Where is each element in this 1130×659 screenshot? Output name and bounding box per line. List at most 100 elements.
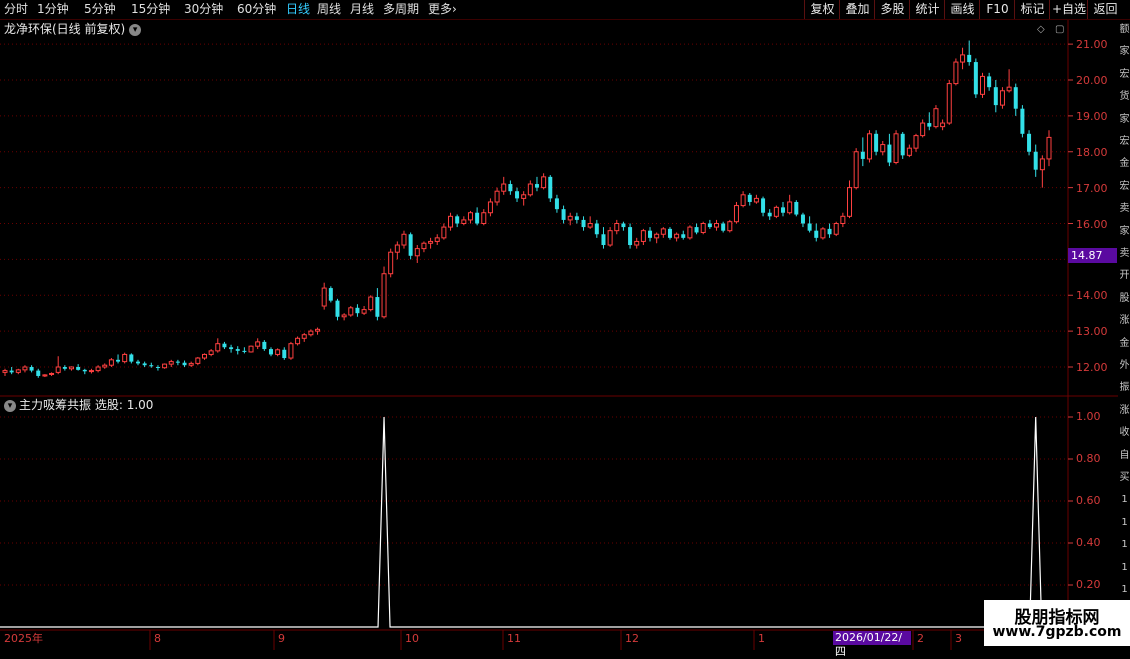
period-toolbar: 分时 1分钟 5分钟 15分钟 30分钟 60分钟 日线 周线 月线 多周期 更… — [0, 0, 1130, 20]
chevron-down-icon[interactable]: ▾ — [129, 23, 142, 36]
candle-body — [721, 223, 726, 231]
indicator-tick: 0.20 — [1076, 578, 1101, 591]
diamond-icon[interactable]: ◇ — [1037, 24, 1045, 35]
period-tab-1min[interactable]: 1分钟 — [37, 1, 69, 18]
candle — [355, 304, 360, 317]
overlay-button[interactable]: 叠加 — [839, 0, 875, 19]
side-panel-char: 金 — [1119, 337, 1130, 349]
multi-stock-button[interactable]: 多股 — [874, 0, 910, 19]
watermark: 股朋指标网 www.7gpzb.com — [984, 600, 1130, 646]
candle — [116, 354, 121, 364]
candle-body — [581, 219, 586, 228]
candle-body — [208, 350, 214, 355]
candle-body — [654, 233, 660, 239]
side-panel-strip[interactable]: 额家宏货家宏金宏卖家卖开股涨金外振涨收自买111111 — [1118, 20, 1130, 628]
chart-title[interactable]: 龙净环保(日线 前复权) ▾ — [4, 21, 142, 37]
statistics-button[interactable]: 统计 — [909, 0, 945, 19]
price-tick: 12.00 — [1076, 361, 1108, 374]
candle-body — [880, 144, 886, 153]
candle — [987, 72, 992, 91]
candle-body — [335, 300, 340, 317]
candle-body — [1039, 158, 1045, 171]
cursor-date-badge: 2026/01/22/四 — [833, 631, 911, 658]
candle-body — [714, 223, 720, 228]
candle — [1046, 130, 1052, 167]
candle — [242, 347, 247, 354]
candle-body — [767, 212, 772, 217]
side-panel-char: 卖 — [1119, 203, 1130, 215]
candle — [76, 364, 81, 371]
candle — [1006, 69, 1012, 93]
candle-body — [268, 349, 273, 355]
candle — [940, 119, 946, 131]
price-tick: 16.00 — [1076, 218, 1108, 231]
back-button[interactable]: 返回 — [1087, 0, 1123, 19]
candle-body — [853, 151, 859, 189]
candle-body — [933, 108, 939, 128]
candle-body — [149, 365, 154, 367]
candle — [155, 365, 160, 371]
candle-body — [607, 230, 613, 246]
candle-body — [953, 61, 959, 85]
candle-body — [660, 228, 666, 235]
date-tick: 9 — [278, 632, 285, 645]
square-icon[interactable]: ▢ — [1055, 24, 1064, 35]
candle — [833, 221, 839, 237]
kline-chart[interactable] — [0, 20, 1118, 650]
mark-button[interactable]: 标记 — [1014, 0, 1050, 19]
candle — [321, 282, 327, 310]
period-tab-15min[interactable]: 15分钟 — [131, 1, 170, 18]
period-tab-more[interactable]: 更多› — [428, 1, 457, 18]
candle — [840, 212, 846, 228]
period-tab-30min[interactable]: 30分钟 — [184, 1, 223, 18]
period-tab-daily[interactable]: 日线 — [286, 1, 310, 18]
price-tick: 18.00 — [1076, 146, 1108, 159]
candle-body — [108, 359, 114, 366]
candle-body — [29, 367, 34, 371]
candle-body — [940, 122, 946, 128]
period-tab-intraday[interactable]: 分时 — [4, 1, 28, 18]
candle-body — [1027, 133, 1032, 152]
side-panel-char: 涨 — [1119, 315, 1130, 327]
candle-body — [82, 369, 87, 372]
candle-body — [733, 205, 739, 223]
candle — [29, 365, 34, 373]
candle — [36, 368, 41, 378]
adjust-button[interactable]: 复权 — [804, 0, 840, 19]
candle — [761, 196, 766, 217]
period-tab-weekly[interactable]: 周线 — [317, 1, 341, 18]
candle — [794, 200, 799, 217]
candle-body — [2, 370, 8, 373]
candle-body — [275, 349, 281, 355]
more-label: 更多 — [428, 2, 453, 16]
candle-body — [182, 362, 187, 366]
period-tab-monthly[interactable]: 月线 — [350, 1, 374, 18]
period-tab-5min[interactable]: 5分钟 — [84, 1, 116, 18]
side-panel-char: 1 — [1121, 561, 1128, 573]
date-tick: 2 — [917, 632, 924, 645]
candle-body — [494, 190, 500, 203]
indicator-tick: 0.60 — [1076, 494, 1101, 507]
candle-body — [740, 194, 746, 207]
candle — [747, 193, 752, 206]
candle — [315, 327, 321, 335]
candle-body — [946, 83, 952, 124]
candle — [740, 191, 746, 208]
indicator-tick: 1.00 — [1076, 410, 1101, 423]
candle-body — [394, 244, 400, 253]
candle-body — [920, 122, 926, 137]
candle — [548, 175, 553, 202]
f10-button[interactable]: F10 — [979, 0, 1015, 19]
candle-body — [614, 223, 620, 232]
date-tick: 3 — [955, 632, 962, 645]
side-panel-char: 外 — [1119, 360, 1130, 371]
period-tab-60min[interactable]: 60分钟 — [237, 1, 276, 18]
draw-line-button[interactable]: 画线 — [944, 0, 980, 19]
indicator-title[interactable]: ▾ 主力吸筹共振 选股: 1.00 — [4, 397, 153, 413]
chevron-down-icon[interactable]: ▾ — [4, 399, 16, 412]
candle — [282, 347, 287, 360]
period-tab-multi[interactable]: 多周期 — [383, 1, 419, 18]
candle-body — [527, 183, 533, 196]
candle — [308, 329, 314, 337]
add-watchlist-button[interactable]: +自选 — [1049, 0, 1088, 19]
